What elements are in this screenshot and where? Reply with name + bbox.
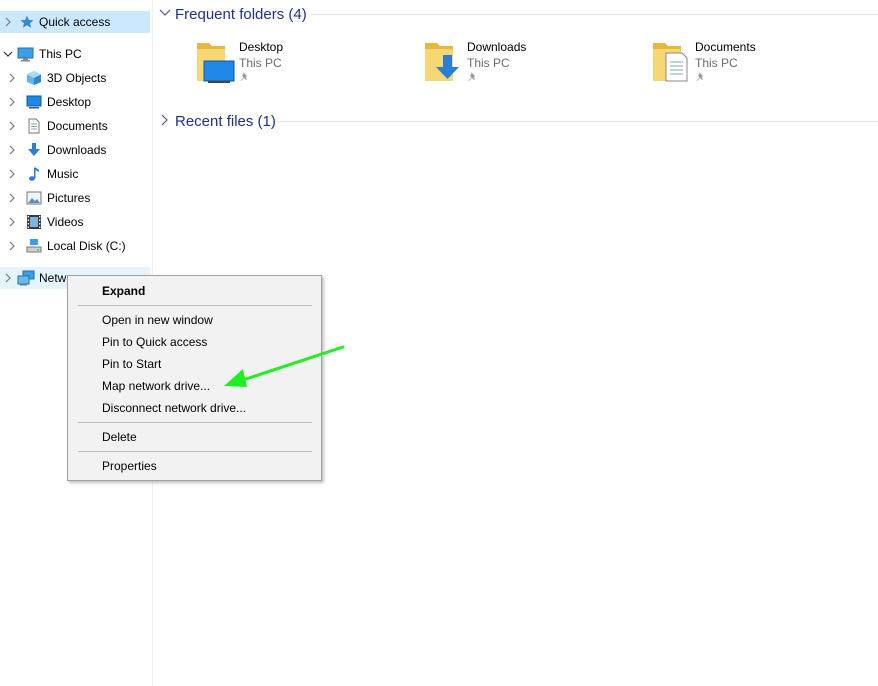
recent-files-title: Recent files (1) bbox=[175, 112, 276, 130]
nav-item-videos[interactable]: Videos bbox=[0, 211, 150, 233]
menu-separator bbox=[78, 451, 312, 452]
context-menu: Expand Open in new window Pin to Quick a… bbox=[67, 275, 322, 481]
downloads-folder-icon bbox=[423, 37, 467, 87]
chevron-right-icon[interactable] bbox=[4, 235, 20, 257]
chevron-right-icon[interactable] bbox=[159, 114, 171, 129]
menu-item-properties[interactable]: Properties bbox=[70, 455, 319, 477]
nav-item-pictures[interactable]: Pictures bbox=[0, 187, 150, 209]
menu-item-label: Pin to Start bbox=[102, 357, 162, 371]
pin-icon bbox=[695, 71, 705, 83]
menu-item-map-network-drive[interactable]: Map network drive... bbox=[70, 375, 319, 397]
nav-label-desktop: Desktop bbox=[47, 95, 92, 109]
pin-icon bbox=[239, 71, 249, 83]
chevron-right-icon[interactable] bbox=[4, 139, 20, 161]
nav-item-3d-objects[interactable]: 3D Objects bbox=[0, 67, 150, 89]
folder-name: Desktop bbox=[239, 40, 284, 54]
nav-label-downloads: Downloads bbox=[47, 143, 107, 157]
nav-item-desktop[interactable]: Desktop bbox=[0, 91, 150, 113]
folder-tile-downloads[interactable]: Downloads This PC bbox=[423, 37, 643, 91]
menu-item-label: Map network drive... bbox=[102, 379, 211, 393]
menu-item-delete[interactable]: Delete bbox=[70, 426, 319, 448]
menu-item-expand[interactable]: Expand bbox=[70, 280, 319, 302]
chevron-down-icon[interactable] bbox=[0, 43, 16, 65]
folder-location: This PC bbox=[467, 56, 510, 70]
menu-item-label: Open in new window bbox=[102, 313, 213, 327]
nav-label-local-disk: Local Disk (C:) bbox=[47, 239, 126, 253]
network-icon bbox=[17, 270, 35, 286]
menu-item-label: Expand bbox=[102, 284, 146, 298]
picture-icon bbox=[26, 190, 42, 206]
chevron-right-icon[interactable] bbox=[0, 11, 16, 33]
chevron-right-icon[interactable] bbox=[4, 115, 20, 137]
folder-name: Documents bbox=[695, 40, 756, 54]
nav-item-quick-access[interactable]: Quick access bbox=[0, 11, 150, 33]
nav-item-documents[interactable]: Documents bbox=[0, 115, 150, 137]
folder-location: This PC bbox=[239, 56, 282, 70]
music-note-icon bbox=[26, 166, 42, 182]
folder-tile-documents[interactable]: Documents This PC bbox=[651, 37, 871, 91]
menu-item-label: Delete bbox=[102, 430, 137, 444]
nav-item-music[interactable]: Music bbox=[0, 163, 150, 185]
group-divider bbox=[311, 14, 878, 15]
documents-folder-icon bbox=[651, 37, 695, 87]
group-divider bbox=[277, 121, 878, 122]
chevron-right-icon[interactable] bbox=[4, 187, 20, 209]
chevron-right-icon[interactable] bbox=[4, 67, 20, 89]
menu-separator bbox=[78, 305, 312, 306]
menu-separator bbox=[78, 422, 312, 423]
desktop-folder-icon bbox=[195, 37, 239, 87]
chevron-right-icon[interactable] bbox=[4, 163, 20, 185]
nav-label-3d-objects: 3D Objects bbox=[47, 71, 107, 85]
film-icon bbox=[26, 214, 42, 230]
folder-location: This PC bbox=[695, 56, 738, 70]
nav-label-videos: Videos bbox=[47, 215, 84, 229]
folder-tile-desktop[interactable]: Desktop This PC bbox=[195, 37, 415, 91]
menu-item-label: Disconnect network drive... bbox=[102, 401, 247, 415]
menu-item-open-new-window[interactable]: Open in new window bbox=[70, 309, 319, 331]
menu-item-label: Properties bbox=[102, 459, 157, 473]
desktop-icon bbox=[26, 94, 42, 110]
chevron-down-icon[interactable] bbox=[159, 7, 171, 21]
computer-icon bbox=[17, 46, 34, 62]
pin-icon bbox=[467, 71, 477, 83]
chevron-right-icon[interactable] bbox=[0, 267, 16, 289]
menu-item-label: Pin to Quick access bbox=[102, 335, 208, 349]
frequent-folders-title: Frequent folders (4) bbox=[175, 5, 307, 23]
folder-name: Downloads bbox=[467, 40, 527, 54]
star-icon bbox=[19, 14, 35, 30]
menu-item-disconnect-network-drive[interactable]: Disconnect network drive... bbox=[70, 397, 319, 419]
chevron-right-icon[interactable] bbox=[4, 91, 20, 113]
nav-label-network: Netw bbox=[39, 271, 67, 285]
nav-label-music: Music bbox=[47, 167, 79, 181]
download-icon bbox=[26, 142, 42, 158]
nav-item-this-pc[interactable]: This PC bbox=[0, 43, 150, 65]
chevron-right-icon[interactable] bbox=[4, 211, 20, 233]
menu-item-pin-to-start[interactable]: Pin to Start bbox=[70, 353, 319, 375]
nav-item-local-disk[interactable]: Local Disk (C:) bbox=[0, 235, 150, 257]
nav-label-quick-access: Quick access bbox=[39, 15, 111, 29]
drive-icon bbox=[26, 238, 42, 254]
recent-files-header[interactable]: Recent files (1) bbox=[159, 109, 276, 133]
frequent-folders-header[interactable]: Frequent folders (4) bbox=[159, 2, 307, 26]
document-icon bbox=[26, 118, 42, 134]
nav-label-this-pc: This PC bbox=[39, 47, 82, 61]
nav-label-documents: Documents bbox=[47, 119, 108, 133]
nav-item-downloads[interactable]: Downloads bbox=[0, 139, 150, 161]
cube-icon bbox=[26, 70, 42, 86]
nav-label-pictures: Pictures bbox=[47, 191, 91, 205]
menu-item-pin-quick-access[interactable]: Pin to Quick access bbox=[70, 331, 319, 353]
